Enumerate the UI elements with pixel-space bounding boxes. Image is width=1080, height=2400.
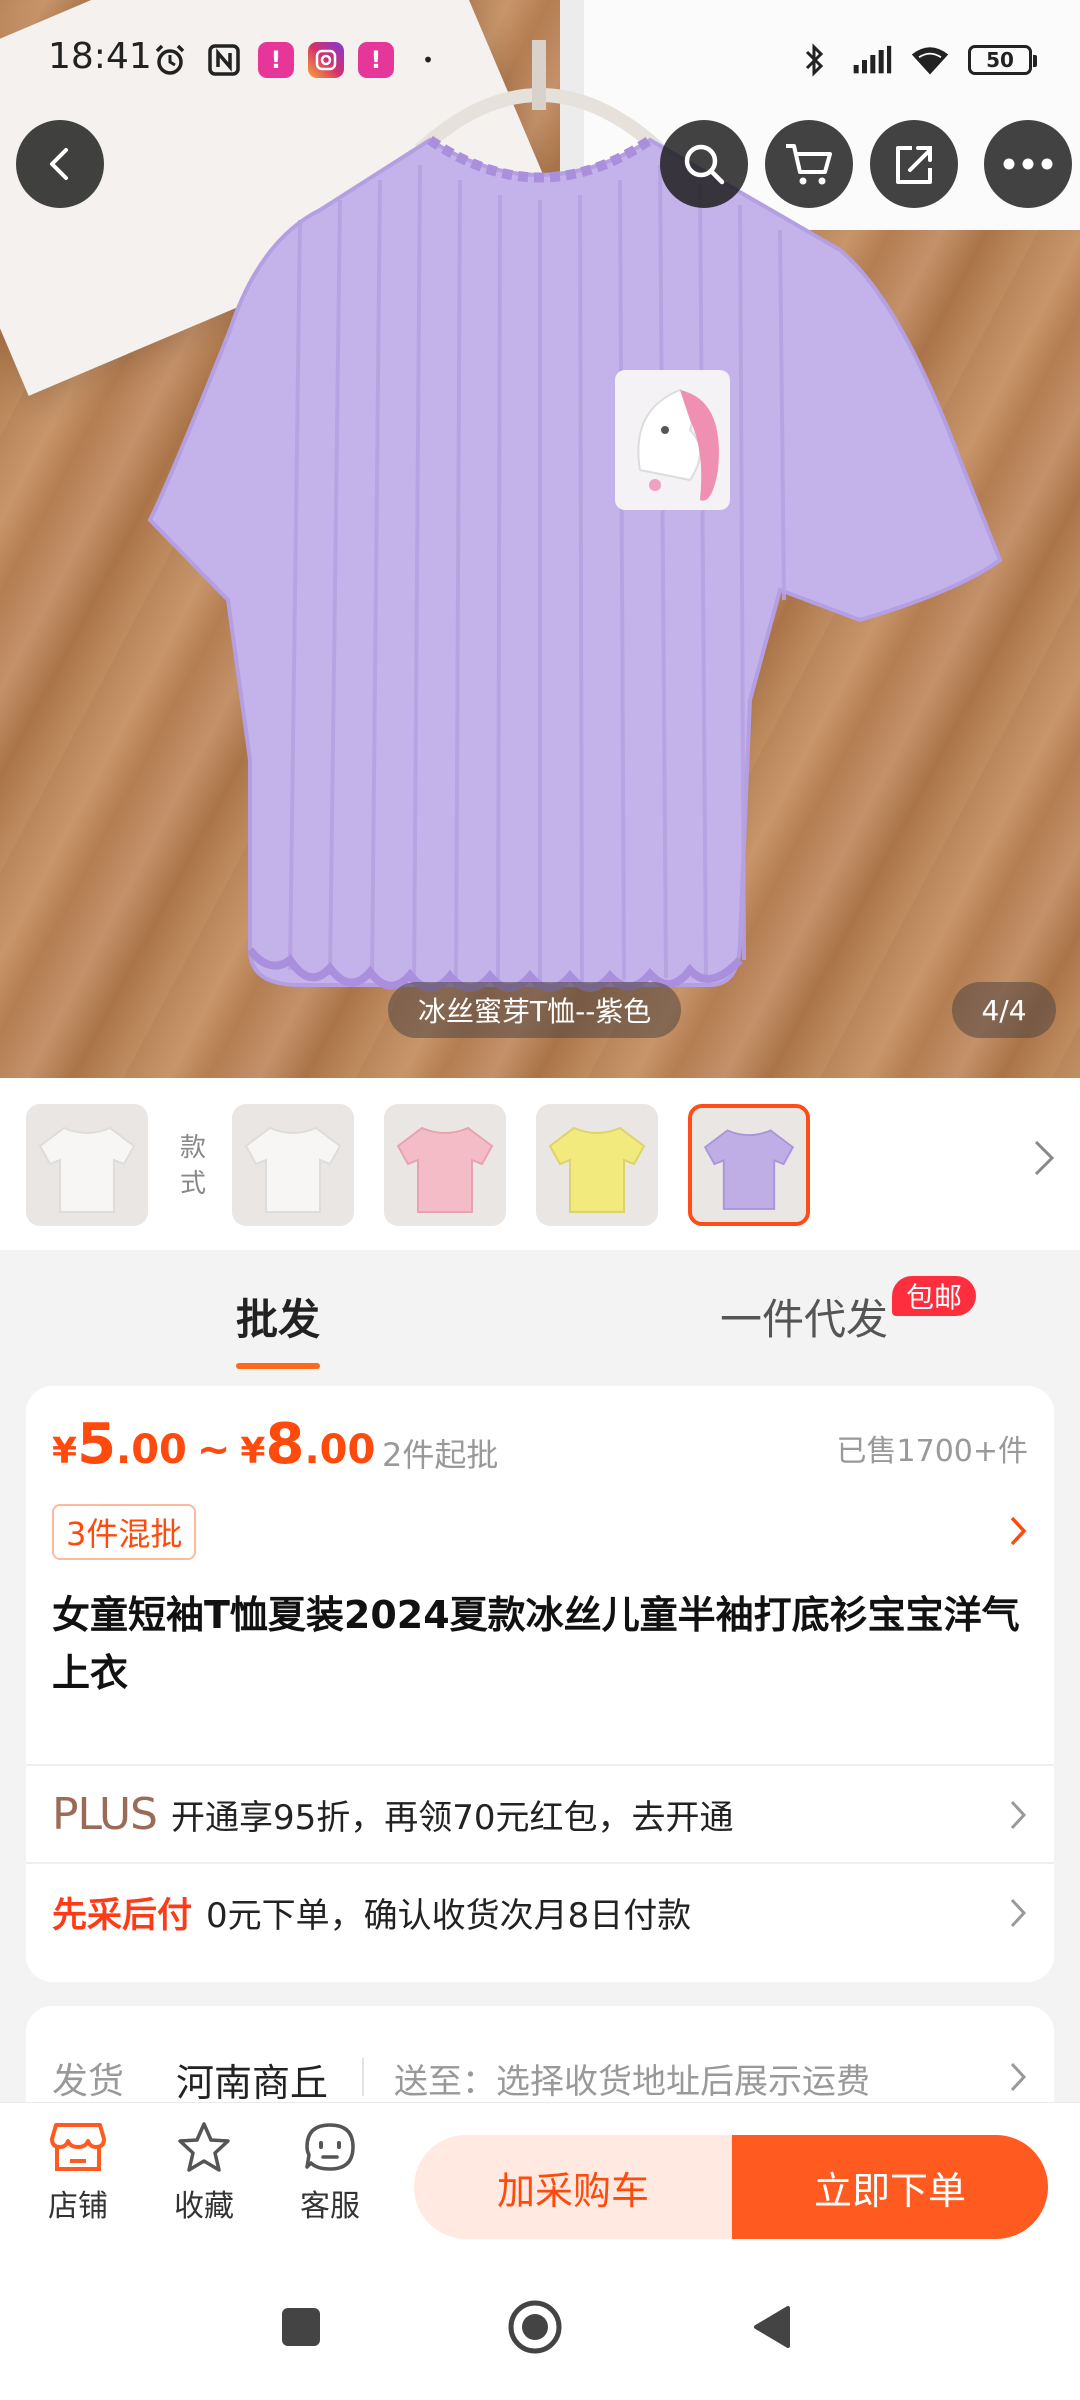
chat-icon [305,2123,355,2171]
app-icon: ! [258,42,294,78]
chevron-right-icon [1008,2060,1028,2098]
price-separator: ~ [196,1427,231,1473]
currency-symbol: ¥ [52,1431,78,1472]
image-caption: 冰丝蜜芽T恤--紫色 [388,982,682,1038]
status-bar: 18:41 ! ! • 50 [0,32,1080,92]
app-icon: ! [358,42,394,78]
bottom-action-bar: 店铺 收藏 客服 加采购车 立即下单 [0,2102,1080,2252]
price-low-integer: 5 [77,1412,117,1477]
store-label: 店铺 [48,2189,108,2224]
thumbnail-white[interactable] [26,1104,148,1226]
price-range: ¥ 5 .00 ~ ¥ 8 .00 [52,1412,375,1477]
purchase-mode-tabs: 批发 一件代发 [0,1250,1080,1386]
back-nav-button[interactable] [736,2292,806,2362]
instagram-icon [308,42,344,78]
sold-count: 已售1700+件 [836,1434,1028,1469]
triangle-back-icon [754,2306,790,2348]
thumbnail-purple[interactable] [688,1104,810,1226]
tab-wholesale[interactable]: 批发 [236,1286,321,1369]
square-icon [282,2308,320,2346]
star-icon [178,2122,230,2172]
chevron-right-icon [1008,1798,1028,1836]
plus-logo: PLUS [52,1788,158,1840]
plus-offer-text: 开通享95折，再领70元红包，去开通 [171,1797,734,1838]
customer-service-button[interactable]: 客服 [280,2121,380,2225]
product-detail-page: 18:41 ! ! • 50 冰丝蜜芽T恤--紫色 4/4 款式 批发 一件代发… [0,0,1080,2400]
plus-membership-row[interactable]: PLUS 开通享95折，再领70元红包，去开通 [26,1764,1054,1862]
divider [362,2058,364,2096]
image-counter: 4/4 [952,982,1056,1038]
free-shipping-badge: 包邮 [892,1276,977,1316]
chevron-right-icon [1008,1896,1028,1934]
order-now-button[interactable]: 立即下单 [732,2135,1048,2239]
thumbnail-label: 款式 [179,1133,206,1199]
min-order-text: 2件起批 [382,1436,499,1474]
customer-service-label: 客服 [300,2189,360,2224]
product-title: 女童短袖T恤夏装2024夏款冰丝儿童半袖打底衫宝宝洋气上衣 [52,1593,1020,1695]
store-button[interactable]: 店铺 [28,2121,128,2225]
style-thumbnails: 款式 [0,1078,1080,1250]
favorite-button[interactable]: 收藏 [154,2121,254,2225]
system-navigation-bar [0,2252,1080,2400]
shipping-origin: 河南商丘 [176,2061,329,2105]
more-button[interactable] [984,120,1072,208]
pay-later-row[interactable]: 先采后付 0元下单，确认收货次月8日付款 [26,1862,1054,1960]
dot-icon: • [422,48,434,72]
shipping-label: 发货 [52,2061,125,2102]
product-info-card: ¥ 5 .00 ~ ¥ 8 .00 2件起批 已售1700+件 3件混批 女童短… [26,1386,1054,1982]
store-icon [50,2123,106,2171]
nfc-icon [204,40,244,80]
bluetooth-icon [794,40,834,80]
more-icon [1003,158,1053,170]
search-button[interactable] [660,120,748,208]
pay-later-logo: 先采后付 [52,1895,193,1936]
thumbnail-yellow[interactable] [536,1104,658,1226]
signal-icon [852,40,892,80]
thumbnail-pink[interactable] [384,1104,506,1226]
share-button[interactable] [870,120,958,208]
recents-button[interactable] [266,2292,336,2362]
shipping-destination: 送至：选择收货地址后展示运费 [394,2062,870,2102]
status-right-icons: 50 [794,40,1037,80]
price-high-integer: 8 [265,1412,305,1477]
price-high-decimal: .00 [304,1427,376,1473]
cart-button[interactable] [765,120,853,208]
home-button[interactable] [500,2292,570,2362]
thumbnail-white-2[interactable] [232,1104,354,1226]
search-icon [684,144,725,185]
wifi-icon [910,40,950,80]
cart-icon [786,144,832,185]
back-button[interactable] [16,120,104,208]
chevron-right-icon[interactable] [1008,1514,1028,1552]
battery-icon: 50 [968,45,1037,75]
chevron-right-icon[interactable] [1032,1138,1056,1182]
status-time: 18:41 [48,36,152,77]
currency-symbol: ¥ [240,1431,266,1472]
home-circle-icon [508,2300,562,2354]
price-low-decimal: .00 [116,1427,187,1473]
pay-later-text: 0元下单，确认收货次月8日付款 [206,1895,692,1936]
tab-dropship[interactable]: 一件代发 [720,1286,888,1347]
add-to-cart-button[interactable]: 加采购车 [414,2135,732,2239]
alarm-icon [150,40,190,80]
status-app-icons: ! ! • [150,40,448,80]
mixed-batch-tag[interactable]: 3件混批 [52,1504,197,1560]
product-image-gallery[interactable]: 18:41 ! ! • 50 冰丝蜜芽T恤--紫色 4/4 [0,0,1080,1078]
back-arrow-icon [50,148,68,180]
share-icon [896,146,932,184]
favorite-label: 收藏 [174,2189,234,2224]
